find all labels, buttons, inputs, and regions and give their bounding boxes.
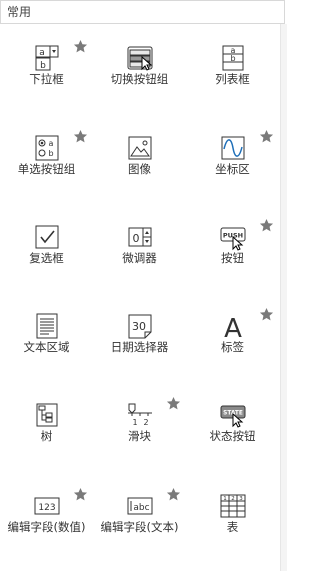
widget-label: 文本区域 (23, 340, 70, 354)
spinner-icon: 0 (126, 223, 154, 251)
widget-label: 图像 (128, 162, 151, 176)
svg-text:A: A (224, 314, 242, 340)
widget-toggle-button-group[interactable]: 切换按钮组 (93, 30, 186, 120)
widget-label: 微调器 (122, 251, 157, 265)
favorite-star-icon[interactable] (166, 487, 181, 502)
svg-text:a: a (48, 139, 53, 148)
svg-text:123: 123 (38, 503, 55, 513)
widget-image[interactable]: 图像 (93, 120, 186, 209)
widget-tree[interactable]: 树 (0, 387, 93, 478)
widget-combobox[interactable]: a b 下拉框 (0, 30, 93, 120)
listbox-icon: a b (219, 44, 247, 72)
widget-label: 切换按钮组 (110, 72, 169, 86)
svg-text:b: b (230, 54, 235, 63)
section-header[interactable]: 常用 (0, 0, 285, 24)
text-area-icon (33, 312, 61, 340)
widget-label: 复选框 (29, 251, 64, 265)
table-icon: 1 2 3 (219, 492, 247, 520)
component-grid: a b 下拉框 切换按钮组 a b 列表框 a b 单选按钮组 图像 坐标区 复… (0, 30, 279, 570)
toggle-button-group-icon (126, 44, 154, 72)
widget-label: 日期选择器 (110, 340, 169, 354)
widget-label: 标签 (221, 340, 244, 354)
favorite-star-icon[interactable] (73, 487, 88, 502)
date-picker-icon: 30 (126, 312, 154, 340)
slider-icon: 1 2 (126, 401, 154, 429)
widget-label: 单选按钮组 (17, 162, 76, 176)
widget-axes[interactable]: 坐标区 (186, 120, 279, 209)
widget-slider[interactable]: 1 2 滑块 (93, 387, 186, 478)
svg-text:3: 3 (239, 496, 243, 502)
widget-text-edit-field[interactable]: abc 编辑字段(文本) (93, 478, 186, 570)
svg-text:0: 0 (132, 232, 139, 245)
widget-label: 编辑字段(数值) (7, 520, 86, 534)
widget-table[interactable]: 1 2 3 表 (186, 478, 279, 570)
svg-text:1: 1 (132, 418, 137, 427)
widget-label: 表 (226, 520, 239, 534)
widget-numeric-edit-field[interactable]: 123 编辑字段(数值) (0, 478, 93, 570)
favorite-star-icon[interactable] (166, 396, 181, 411)
svg-text:abc: abc (133, 503, 149, 513)
favorite-star-icon[interactable] (73, 39, 88, 54)
widget-text-area[interactable]: 文本区域 (0, 298, 93, 387)
svg-text:2: 2 (231, 496, 235, 502)
checkbox-icon (33, 223, 61, 251)
image-icon (126, 134, 154, 162)
widget-push-button[interactable]: PUSH 按钮 (186, 209, 279, 298)
svg-text:30: 30 (132, 320, 146, 333)
numeric-edit-field-icon: 123 (33, 492, 61, 520)
label-icon: A (219, 312, 247, 340)
widget-listbox[interactable]: a b 列表框 (186, 30, 279, 120)
push-button-icon: PUSH (219, 223, 247, 251)
widget-label: 列表框 (215, 72, 250, 86)
favorite-star-icon[interactable] (73, 129, 88, 144)
widget-spinner[interactable]: 0 微调器 (93, 209, 186, 298)
widget-date-picker[interactable]: 30 日期选择器 (93, 298, 186, 387)
combobox-icon: a b (33, 44, 61, 72)
widget-label: 下拉框 (29, 72, 64, 86)
widget-radio-button-group[interactable]: a b 单选按钮组 (0, 120, 93, 209)
vertical-scrollbar[interactable] (280, 24, 287, 571)
widget-label: 滑块 (128, 429, 151, 443)
widget-state-button[interactable]: STATE 状态按钮 (186, 387, 279, 478)
svg-text:b: b (40, 61, 46, 71)
text-edit-field-icon: abc (126, 492, 154, 520)
svg-text:2: 2 (143, 418, 148, 427)
widget-label-component[interactable]: A 标签 (186, 298, 279, 387)
radio-group-icon: a b (33, 134, 61, 162)
widget-label: 坐标区 (215, 162, 250, 176)
svg-text:a: a (39, 48, 45, 58)
component-library-panel: 常用 a b 下拉框 切换按钮组 a b 列表框 a b 单选按钮组 图像 坐标… (0, 0, 287, 571)
tree-icon (33, 401, 61, 429)
widget-checkbox[interactable]: 复选框 (0, 209, 93, 298)
favorite-star-icon[interactable] (259, 307, 274, 322)
widget-label: 状态按钮 (209, 429, 256, 443)
svg-text:1: 1 (223, 496, 227, 502)
favorite-star-icon[interactable] (259, 218, 274, 233)
widget-label: 按钮 (221, 251, 244, 265)
section-title: 常用 (7, 5, 32, 19)
widget-label: 编辑字段(文本) (100, 520, 179, 534)
favorite-star-icon[interactable] (259, 129, 274, 144)
widget-label: 树 (40, 429, 53, 443)
axes-icon (219, 134, 247, 162)
svg-text:b: b (48, 149, 53, 158)
state-button-icon: STATE (219, 401, 247, 429)
